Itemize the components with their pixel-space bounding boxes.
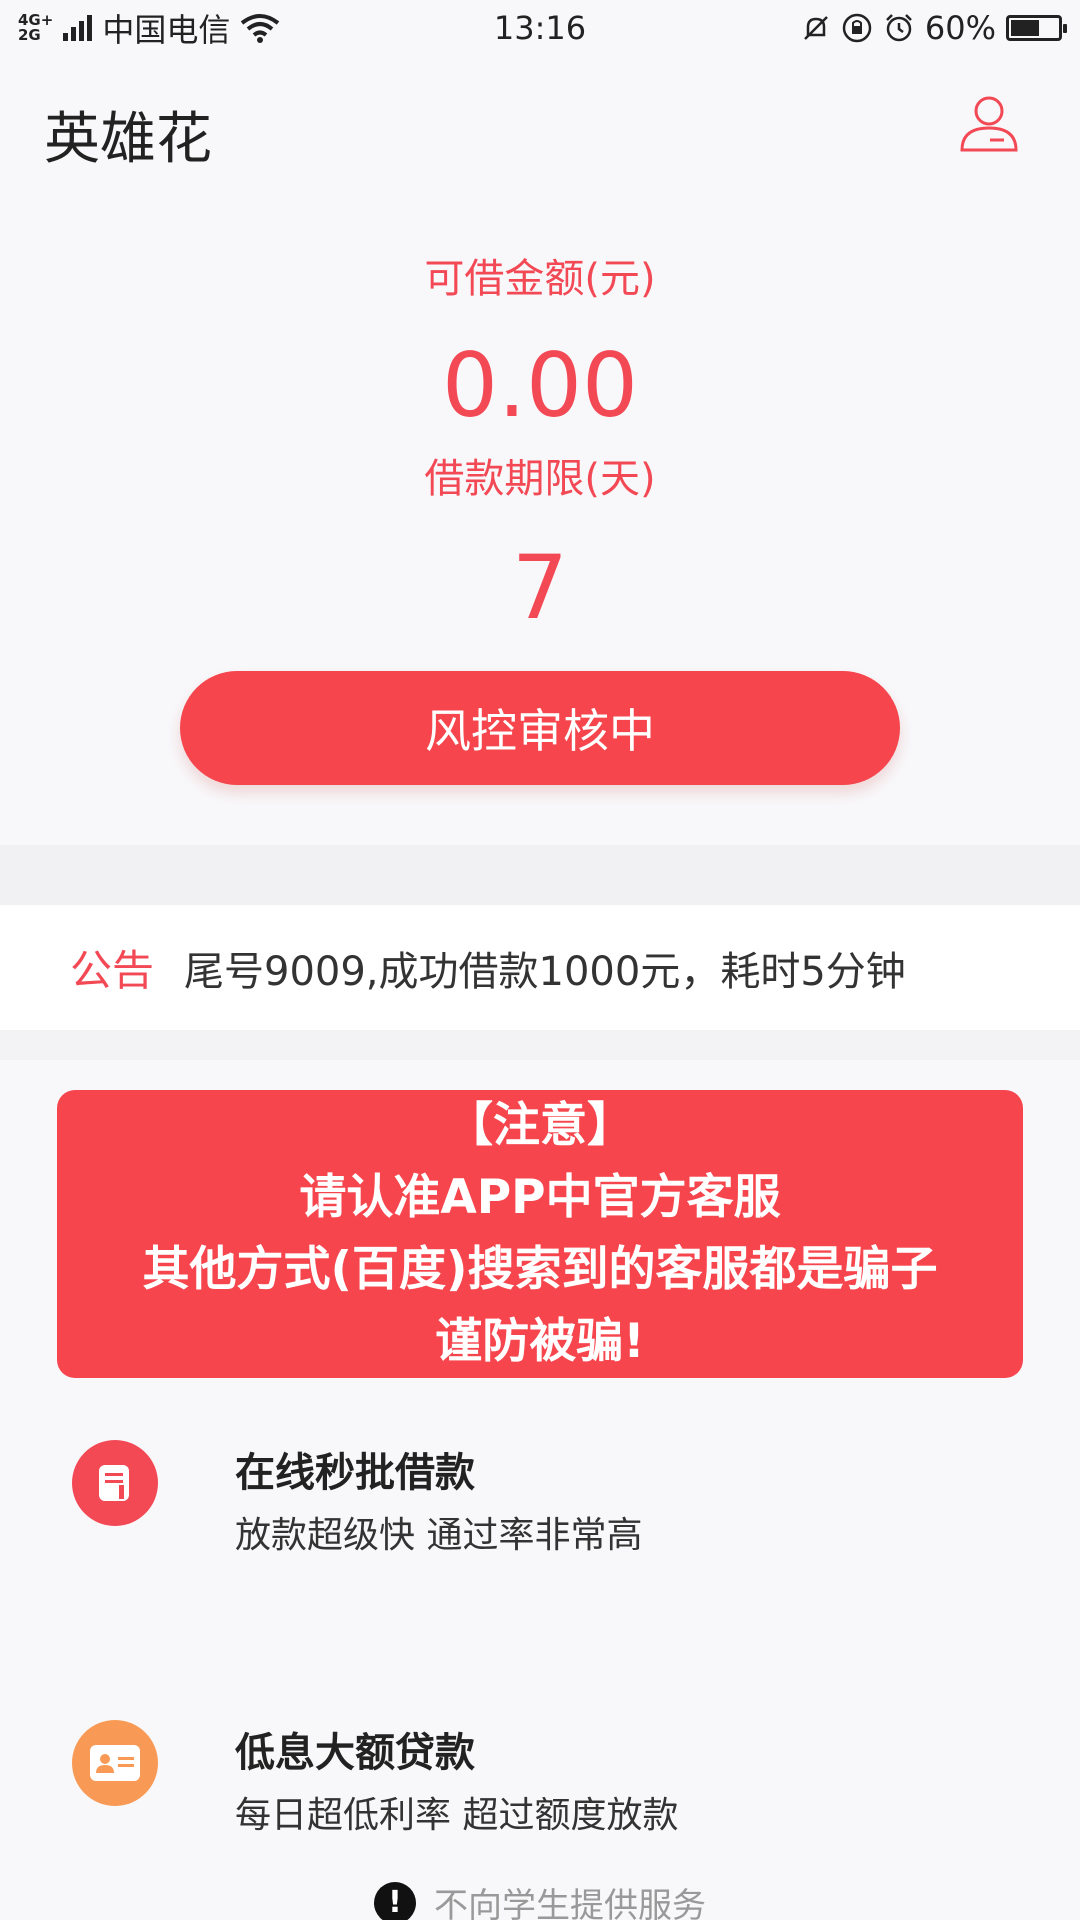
signal-icon xyxy=(63,15,93,41)
warning-line-4: 谨防被骗! xyxy=(435,1314,645,1369)
footer-note-text: 不向学生提供服务 xyxy=(434,1886,706,1920)
amount-label: 可借金额(元) xyxy=(424,256,656,302)
feature-title: 在线秒批借款 xyxy=(235,1450,475,1496)
announcement-tag: 公告 xyxy=(70,946,155,995)
network-type: 4G+ 2G xyxy=(18,13,53,43)
fraud-warning-card: 【注意】 请认准APP中官方客服 其他方式(百度)搜索到的客服都是骗子 谨防被骗… xyxy=(57,1090,1023,1378)
review-status-button[interactable]: 风控审核中 xyxy=(180,671,900,785)
alarm-icon xyxy=(885,14,912,42)
amount-value: 0.00 xyxy=(442,334,638,437)
section-divider-2 xyxy=(0,1030,1080,1060)
exclamation-icon: ! xyxy=(374,1881,416,1920)
feature-desc: 放款超级快 通过率非常高 xyxy=(235,1515,643,1556)
feature-desc: 每日超低利率 超过额度放款 xyxy=(235,1795,679,1836)
warning-line-1: 【注意】 xyxy=(446,1098,634,1153)
carrier-name: 中国电信 xyxy=(102,11,231,49)
warning-line-2: 请认准APP中官方客服 xyxy=(299,1170,781,1225)
app-title: 英雄花 xyxy=(44,107,212,172)
term-value: 7 xyxy=(512,536,568,639)
app-header: 英雄花 xyxy=(0,56,1080,196)
feature-item-low-interest[interactable]: 低息大额贷款 每日超低利率 超过额度放款 xyxy=(0,1720,1080,1870)
student-service-note: ! 不向学生提供服务 xyxy=(0,1878,1080,1920)
network-type-bottom: 2G xyxy=(18,26,41,44)
battery-icon xyxy=(1006,15,1067,41)
warning-line-3: 其他方式(百度)搜索到的客服都是骗子 xyxy=(142,1242,938,1297)
user-profile-icon[interactable] xyxy=(956,90,1022,156)
bell-muted-icon xyxy=(803,16,828,40)
loan-summary: 可借金额(元) 0.00 借款期限(天) 7 风控审核中 xyxy=(0,196,1080,846)
status-right: 60% xyxy=(801,9,1067,47)
document-icon xyxy=(72,1440,158,1526)
term-label: 借款期限(天) xyxy=(424,456,656,502)
announcement-bar[interactable]: 公告 尾号9009,成功借款1000元，耗时5分钟 xyxy=(0,905,1080,1030)
battery-percent: 60% xyxy=(924,9,996,47)
rotation-lock-icon xyxy=(842,13,872,43)
id-card-icon xyxy=(72,1720,158,1806)
status-left: 4G+ 2G 中国电信 xyxy=(18,5,280,51)
feature-title: 低息大额贷款 xyxy=(235,1730,475,1776)
wifi-icon xyxy=(241,14,280,43)
app-screen: 4G+ 2G 中国电信 13:16 60% 英雄花 可借金额(元) 0.00 借… xyxy=(0,0,1080,1920)
status-bar: 4G+ 2G 中国电信 13:16 60% xyxy=(0,0,1080,56)
announcement-text: 尾号9009,成功借款1000元，耗时5分钟 xyxy=(184,948,906,995)
battery-fill xyxy=(1011,20,1039,36)
feature-item-instant-loan[interactable]: 在线秒批借款 放款超级快 通过率非常高 xyxy=(0,1440,1080,1590)
section-divider xyxy=(0,845,1080,905)
